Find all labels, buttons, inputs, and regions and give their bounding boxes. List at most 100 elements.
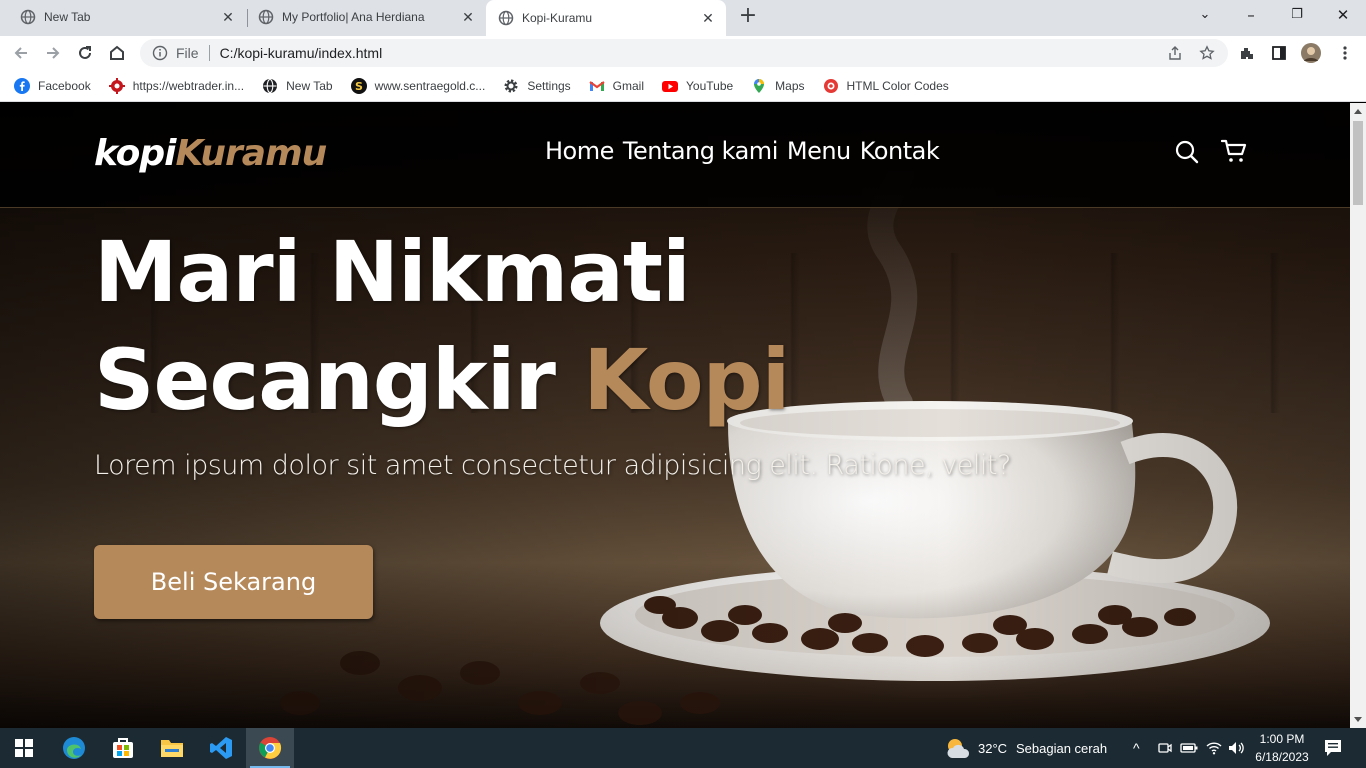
back-button[interactable] [8, 40, 34, 66]
bookmark-label: YouTube [686, 78, 734, 93]
taskbar-edge[interactable] [50, 728, 98, 768]
info-icon[interactable] [152, 45, 168, 61]
bookmark-webtrader[interactable]: https://webtrader.in... [108, 77, 244, 94]
bookmark-settings[interactable]: Settings [503, 78, 571, 94]
scroll-down-arrow-icon[interactable] [1354, 717, 1362, 722]
bookmark-maps[interactable]: Maps [751, 78, 805, 94]
hero-title: Mari Nikmati Secangkir Kopi [94, 218, 790, 434]
bookmark-new-tab[interactable]: New Tab [262, 78, 333, 94]
hero-title-line2: Secangkir Kopi [94, 326, 790, 434]
forward-button[interactable] [40, 40, 66, 66]
volume-icon[interactable] [1228, 740, 1246, 756]
hero-title-accent: Kopi [583, 331, 790, 429]
search-icon[interactable] [1174, 139, 1200, 165]
close-icon[interactable]: ✕ [220, 9, 236, 26]
chevron-up-icon[interactable]: ^ [1133, 728, 1140, 768]
bookmark-html-color-codes[interactable]: HTML Color Codes [823, 78, 949, 94]
tab-title: Kopi-Kuramu [522, 11, 593, 25]
hero-title-plain: Secangkir [94, 331, 556, 429]
page-scrollbar[interactable] [1350, 103, 1366, 728]
bookmarks-bar: Facebook https://webtrader.in... New Tab… [0, 70, 1366, 102]
webtrader-icon [108, 77, 125, 94]
bookmark-label: Settings [527, 78, 571, 93]
home-button[interactable] [104, 40, 130, 66]
bookmark-label: New Tab [286, 78, 333, 93]
restore-button[interactable]: ❐ [1274, 0, 1320, 32]
nav-link-home[interactable]: Home [545, 137, 614, 165]
start-button[interactable] [0, 728, 48, 768]
tab-my-portfolio[interactable]: My Portfolio| Ana Herdiana ✕ [238, 0, 486, 34]
omnibox-divider [208, 45, 210, 61]
browser-toolbar: File C:/kopi-kuramu/index.html [0, 36, 1366, 70]
svg-text:S: S [355, 80, 363, 93]
scrollbar-thumb[interactable] [1353, 121, 1363, 205]
close-window-button[interactable]: ✕ [1320, 0, 1366, 32]
taskbar-clock[interactable]: 1:00 PM 6/18/2023 [1250, 730, 1314, 766]
bookmark-label: www.sentraegold.c... [374, 78, 486, 93]
windows-taskbar: 32°C Sebagian cerah ^ 1:00 PM 6/18/2023 [0, 728, 1366, 768]
meet-now-icon[interactable] [1158, 741, 1172, 755]
gmail-icon [589, 78, 605, 94]
taskbar-chrome[interactable] [246, 728, 294, 768]
bookmark-sentraegold[interactable]: S www.sentraegold.c... [350, 77, 486, 94]
weather-temp[interactable]: 32°C [978, 728, 1007, 768]
globe-icon [20, 9, 36, 25]
tab-new-tab[interactable]: New Tab ✕ [0, 0, 246, 34]
chrome-icon [259, 737, 282, 759]
minimize-button[interactable]: – [1228, 0, 1274, 32]
bookmark-label: Maps [775, 78, 805, 93]
bookmark-facebook[interactable]: Facebook [14, 77, 91, 94]
tab-title: New Tab [44, 10, 91, 24]
bookmark-star-icon[interactable] [1194, 39, 1220, 67]
arrow-left-icon [14, 47, 27, 59]
web-page: kopiKuramu Home Tentang kami Menu Kontak… [0, 103, 1350, 728]
profile-avatar[interactable] [1298, 40, 1324, 66]
taskbar-file-explorer[interactable] [148, 728, 196, 768]
gear-icon [503, 78, 519, 94]
wifi-icon[interactable] [1206, 740, 1222, 756]
new-tab-button[interactable]: + [736, 5, 760, 29]
nav-link-menu[interactable]: Menu [787, 137, 851, 165]
globe-icon [262, 78, 278, 94]
clock-time: 1:00 PM [1259, 732, 1305, 746]
weather-partly-sunny-icon[interactable] [944, 736, 972, 760]
buy-now-button[interactable]: Beli Sekarang [94, 545, 373, 619]
address-bar[interactable]: File C:/kopi-kuramu/index.html [140, 39, 1228, 67]
scroll-up-arrow-icon[interactable] [1354, 109, 1362, 114]
shopping-cart-icon[interactable] [1221, 138, 1247, 164]
hero-subtitle: Lorem ipsum dolor sit amet consectetur a… [94, 450, 1011, 481]
weather-desc[interactable]: Sebagian cerah [1016, 728, 1107, 768]
battery-icon[interactable] [1180, 741, 1198, 755]
menu-kebab-icon[interactable] [1332, 40, 1358, 66]
extensions-icon[interactable] [1234, 40, 1260, 66]
nav-link-tentang-kami[interactable]: Tentang kami [623, 137, 778, 165]
edge-icon [63, 737, 85, 759]
close-icon[interactable]: ✕ [460, 9, 476, 26]
share-icon[interactable] [1162, 39, 1188, 67]
reload-icon [79, 46, 91, 59]
nav-link-kontak[interactable]: Kontak [860, 137, 940, 165]
tab-kopi-kuramu[interactable]: Kopi-Kuramu ✕ [486, 0, 726, 36]
bookmark-label: Facebook [38, 78, 91, 93]
bookmark-gmail[interactable]: Gmail [589, 78, 644, 94]
site-logo[interactable]: kopiKuramu [94, 133, 327, 174]
clock-date: 6/18/2023 [1255, 750, 1309, 764]
side-panel-icon[interactable] [1266, 40, 1292, 66]
hero-title-line1: Mari Nikmati [94, 223, 691, 321]
tab-search-icon[interactable]: ⌄ [1182, 0, 1228, 32]
reload-button[interactable] [72, 40, 98, 66]
taskbar-store[interactable] [99, 728, 147, 768]
close-icon[interactable]: ✕ [700, 10, 716, 27]
taskbar-vscode[interactable] [197, 728, 245, 768]
bookmark-youtube[interactable]: YouTube [662, 78, 733, 94]
windows-logo-icon [15, 739, 33, 757]
url-text[interactable]: C:/kopi-kuramu/index.html [220, 45, 383, 61]
facebook-icon [14, 77, 30, 94]
notification-icon[interactable] [1324, 739, 1342, 757]
globe-icon [258, 9, 274, 25]
globe-icon [498, 10, 514, 26]
home-icon [110, 45, 124, 60]
html-color-codes-icon [823, 78, 839, 94]
maps-icon [751, 78, 767, 94]
tab-strip: New Tab ✕ My Portfolio| Ana Herdiana ✕ K… [0, 0, 1366, 36]
